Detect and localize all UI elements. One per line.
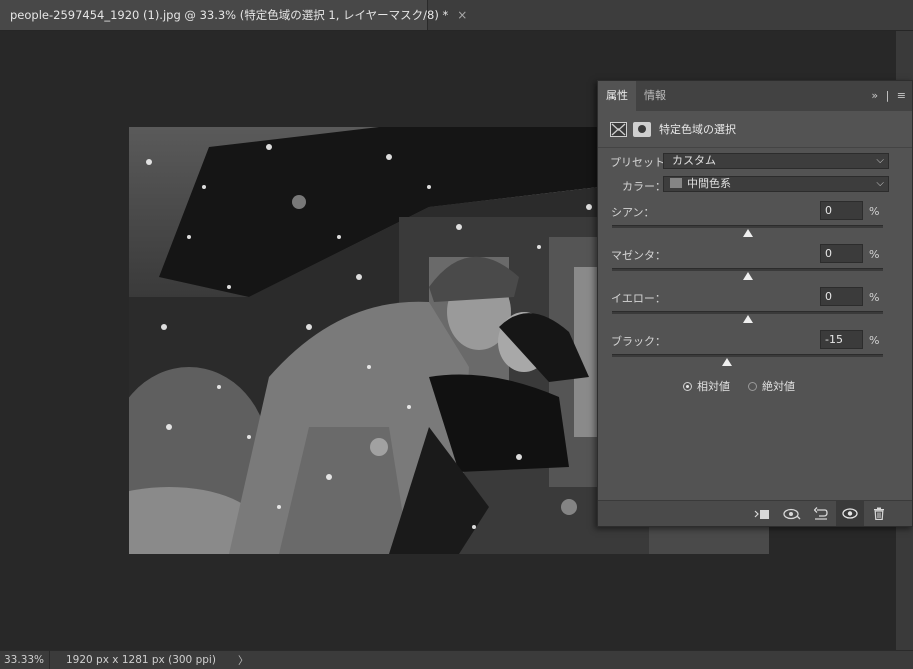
view-previous-state-icon[interactable] xyxy=(778,501,806,526)
magenta-label: マゼンタ： xyxy=(611,249,666,262)
yellow-unit: % xyxy=(869,291,880,304)
close-tab-icon[interactable]: × xyxy=(457,8,467,22)
yellow-slider-thumb[interactable] xyxy=(742,315,753,323)
cyan-label: シアン： xyxy=(611,206,655,219)
clip-to-layer-icon[interactable] xyxy=(748,501,776,526)
panel-footer xyxy=(598,500,912,526)
color-label: カラー： xyxy=(622,180,666,193)
tab-properties[interactable]: 属性 xyxy=(598,81,636,111)
color-value: 中間色系 xyxy=(687,177,731,190)
status-bar: 33.33% 1920 px x 1281 px (300 ppi) 〉 xyxy=(0,650,913,669)
magenta-input[interactable]: 0 xyxy=(820,244,863,263)
visibility-eye-icon[interactable] xyxy=(836,501,864,526)
trash-icon[interactable] xyxy=(865,501,893,526)
status-menu-arrow[interactable]: 〉 xyxy=(216,653,249,668)
absolute-radio[interactable] xyxy=(748,381,757,391)
document-tab-strip: people-2597454_1920 (1).jpg @ 33.3% (特定色… xyxy=(0,0,913,31)
relative-radio[interactable] xyxy=(683,381,692,391)
color-select[interactable]: 中間色系 ⌵ xyxy=(663,176,889,192)
color-swatch xyxy=(670,178,682,188)
yellow-label: イエロー： xyxy=(611,292,666,305)
zoom-level[interactable]: 33.33% xyxy=(0,651,50,669)
chevron-down-icon: ⌵ xyxy=(876,178,884,189)
document-tab-title: people-2597454_1920 (1).jpg @ 33.3% (特定色… xyxy=(10,8,449,22)
cyan-slider-thumb[interactable] xyxy=(742,229,753,237)
panel-menu: » | ≡ xyxy=(867,81,906,111)
black-slider-track[interactable] xyxy=(612,354,883,357)
magenta-unit: % xyxy=(869,248,880,261)
chevron-down-icon: ⌵ xyxy=(876,155,884,166)
cyan-slider-track[interactable] xyxy=(612,225,883,228)
black-slider-thumb[interactable] xyxy=(722,358,733,366)
preset-select[interactable]: カスタム ⌵ xyxy=(663,153,889,169)
method-radio-group: 相対値 絶対値 xyxy=(683,378,795,394)
magenta-slider-thumb[interactable] xyxy=(742,272,753,280)
collapse-panel-icon[interactable]: » xyxy=(871,89,878,102)
adjustment-header: 特定色域の選択 xyxy=(610,121,736,137)
cyan-input[interactable]: 0 xyxy=(820,201,863,220)
yellow-input[interactable]: 0 xyxy=(820,287,863,306)
relative-label[interactable]: 相対値 xyxy=(697,378,730,394)
adjustment-title: 特定色域の選択 xyxy=(659,123,736,136)
document-dimensions: 1920 px x 1281 px (300 ppi) xyxy=(66,654,216,666)
reset-icon[interactable] xyxy=(807,501,835,526)
adjustment-layer-icon[interactable] xyxy=(610,121,627,137)
header-divider xyxy=(598,147,912,148)
black-input[interactable]: -15 xyxy=(820,330,863,349)
absolute-label[interactable]: 絶対値 xyxy=(762,378,795,394)
tab-info[interactable]: 情報 xyxy=(636,81,674,111)
document-tab[interactable]: people-2597454_1920 (1).jpg @ 33.3% (特定色… xyxy=(0,0,467,30)
layer-mask-icon[interactable] xyxy=(633,121,651,137)
preset-value: カスタム xyxy=(672,154,716,167)
magenta-slider-track[interactable] xyxy=(612,268,883,271)
yellow-slider-track[interactable] xyxy=(612,311,883,314)
cyan-unit: % xyxy=(869,205,880,218)
panel-menu-separator: | xyxy=(885,89,890,102)
panel-options-icon[interactable]: ≡ xyxy=(897,89,906,102)
black-label: ブラック： xyxy=(611,335,666,348)
black-unit: % xyxy=(869,334,880,347)
panel-tabs: 属性 情報 » | ≡ xyxy=(598,81,912,111)
